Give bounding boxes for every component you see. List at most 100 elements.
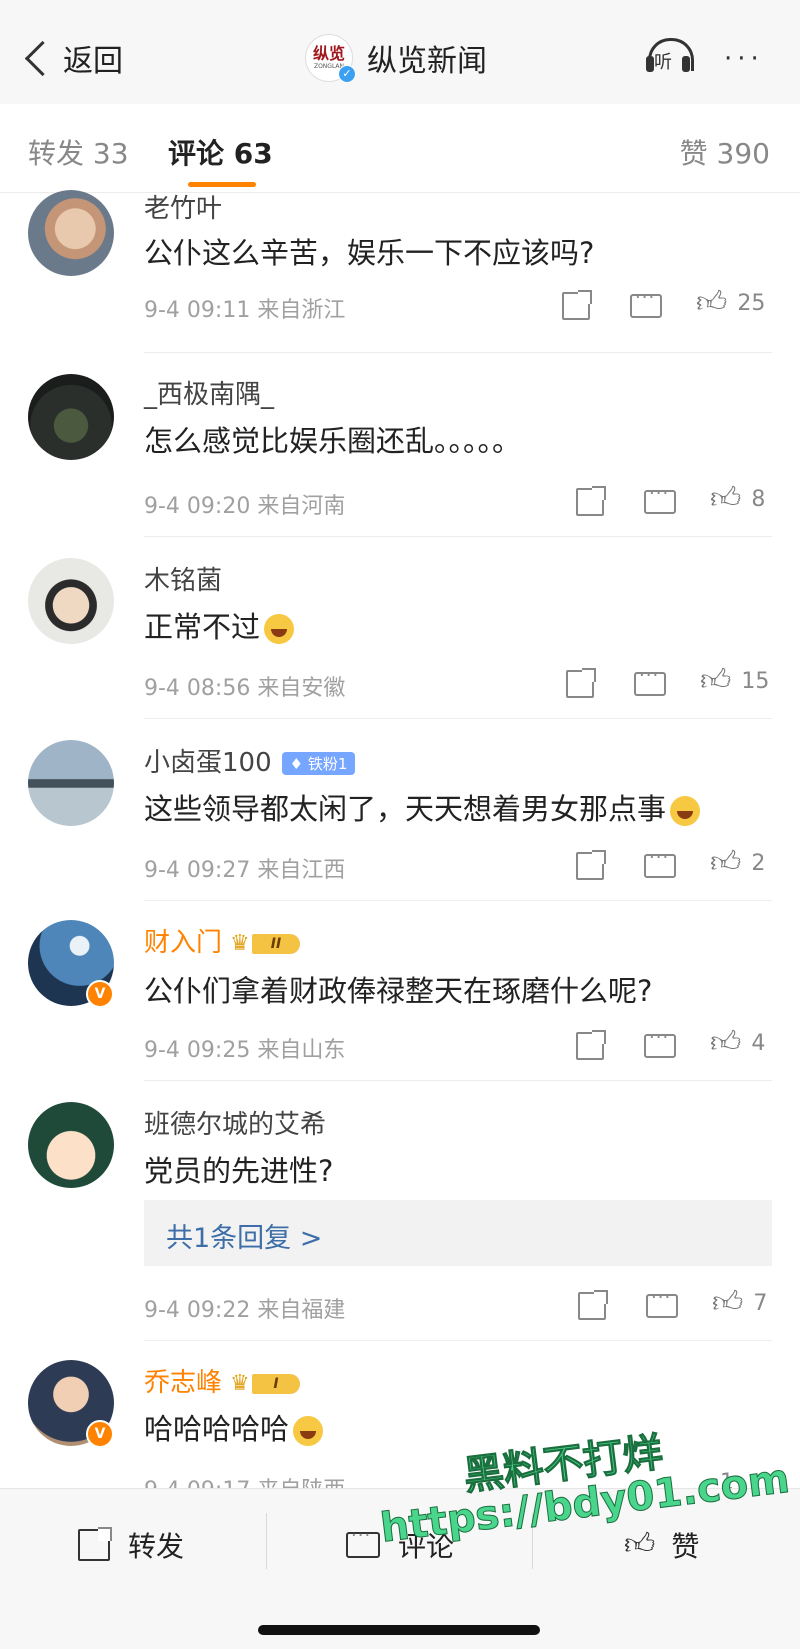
- back-button[interactable]: 返回: [22, 36, 123, 80]
- comment-author[interactable]: 乔志峰 ♛ I: [144, 1362, 306, 1399]
- like-button[interactable]: 👍︎ 8: [710, 484, 765, 514]
- comment-icon: [634, 665, 666, 696]
- avatar[interactable]: [28, 190, 114, 276]
- comment-author[interactable]: 木铭菌: [144, 560, 222, 597]
- like-button[interactable]: 👍︎ 4: [710, 1028, 765, 1058]
- divider: [144, 718, 772, 719]
- divider: [144, 536, 772, 537]
- listen-button[interactable]: 听: [644, 36, 694, 74]
- avatar[interactable]: [28, 740, 114, 826]
- laugh-cry-emoji-icon: [264, 614, 295, 644]
- comment-author-name: 财入门: [144, 928, 223, 958]
- share-icon: [576, 1030, 606, 1060]
- comment-meta: 9-4 09:25 来自山东: [144, 1038, 346, 1063]
- member-level-badge: ♛ II: [230, 931, 306, 956]
- verified-icon: V: [86, 980, 114, 1008]
- share-icon: [576, 486, 606, 516]
- tab-comments[interactable]: 评论 63: [168, 132, 273, 172]
- home-indicator: [258, 1625, 540, 1635]
- thumbs-up-icon: 👍︎: [700, 663, 732, 698]
- share-button[interactable]: [562, 290, 592, 320]
- like-count: 15: [741, 668, 770, 694]
- thumbs-up-icon: 👍︎: [696, 285, 728, 320]
- like-button[interactable]: 👍︎ 赞: [624, 1525, 699, 1565]
- like-label: 赞: [671, 1530, 700, 1563]
- comment-author-name: 小卤蛋100: [144, 748, 272, 778]
- comment-author[interactable]: 老竹叶: [144, 188, 222, 225]
- avatar[interactable]: [28, 374, 114, 460]
- share-button[interactable]: [576, 850, 606, 880]
- divider: [144, 1340, 772, 1341]
- verified-icon: ✓: [338, 65, 356, 83]
- repost-button[interactable]: 转发: [78, 1525, 184, 1565]
- comment-author[interactable]: 财入门 ♛ II: [144, 922, 306, 959]
- thumbs-up-icon: 👍︎: [712, 1285, 744, 1320]
- thumbs-up-icon: 👍︎: [710, 481, 742, 516]
- comment-meta: 9-4 08:56 来自安徽: [144, 676, 346, 701]
- like-button[interactable]: 👍︎ 15: [700, 666, 769, 696]
- share-button[interactable]: [576, 1030, 606, 1060]
- fan-badge: ♦ 铁粉1: [281, 752, 356, 775]
- comment-text: 怎么感觉比娱乐圈还乱。。。。。: [144, 424, 522, 458]
- comment-meta: 9-4 09:20 来自河南: [144, 494, 346, 519]
- like-button[interactable]: 👍︎ 25: [696, 288, 765, 318]
- reply-summary[interactable]: 共1条回复 >: [144, 1200, 772, 1266]
- divider: [144, 1080, 772, 1081]
- page-title: 纵览新闻: [367, 44, 487, 79]
- comment-author[interactable]: 小卤蛋100 ♦ 铁粉1: [144, 742, 356, 779]
- repost-label: 转发: [128, 1530, 185, 1563]
- share-icon: [578, 1290, 608, 1320]
- like-button[interactable]: 👍︎ 7: [712, 1288, 767, 1318]
- verified-icon: V: [86, 1420, 114, 1448]
- listen-label: 听: [654, 52, 672, 73]
- comment-text-content: 哈哈哈哈哈: [144, 1412, 290, 1446]
- share-icon: [576, 850, 606, 880]
- crown-icon: ♛: [230, 1370, 250, 1396]
- reply-button[interactable]: [634, 665, 666, 696]
- thumbs-up-icon: 👍︎: [710, 1025, 742, 1060]
- reply-button[interactable]: [644, 483, 676, 514]
- account-title[interactable]: 纵览 ZONGLAN ✓ 纵览新闻: [305, 34, 487, 83]
- active-tab-indicator: [188, 182, 256, 187]
- like-count: 8: [751, 486, 766, 512]
- reply-button[interactable]: [646, 1287, 678, 1318]
- comment-text: 这些领导都太闲了，天天想着男女那点事: [144, 786, 701, 828]
- tab-repost[interactable]: 转发 33: [28, 132, 129, 172]
- share-button[interactable]: [566, 668, 596, 698]
- tab-bar: 转发 33 评论 63 赞 390: [0, 104, 800, 193]
- share-icon: [78, 1527, 112, 1561]
- reply-summary-label: 共1条回复 >: [166, 1223, 323, 1254]
- share-button[interactable]: [576, 486, 606, 516]
- laugh-cry-emoji-icon: [670, 796, 701, 826]
- logo-text: 纵览: [312, 44, 345, 63]
- divider: [144, 900, 772, 901]
- thumbs-up-icon: 👍︎: [710, 845, 742, 880]
- tab-likes[interactable]: 赞 390: [680, 132, 770, 172]
- comment-icon: [644, 1027, 676, 1058]
- comment-text-content: 正常不过: [144, 610, 261, 644]
- comment-icon: [644, 847, 676, 878]
- comment-icon: [346, 1525, 380, 1558]
- reply-button[interactable]: [644, 1027, 676, 1058]
- more-icon[interactable]: ···: [724, 46, 764, 72]
- comment-icon: [646, 1287, 678, 1318]
- comment-author-name: 乔志峰: [144, 1368, 223, 1398]
- avatar[interactable]: [28, 558, 114, 644]
- top-bar: 返回 纵览 ZONGLAN ✓ 纵览新闻 听 ···: [0, 0, 800, 105]
- comment-author[interactable]: _西极南隅_: [144, 374, 274, 411]
- share-button[interactable]: [578, 1290, 608, 1320]
- comment-text: 公仆们拿着财政俸禄整天在琢磨什么呢?: [144, 974, 653, 1008]
- like-button[interactable]: 👍︎ 2: [710, 848, 765, 878]
- reply-button[interactable]: [630, 287, 662, 318]
- divider: [266, 1513, 267, 1569]
- avatar[interactable]: [28, 1102, 114, 1188]
- reply-button[interactable]: [644, 847, 676, 878]
- comment-text: 正常不过: [144, 604, 295, 646]
- thumbs-up-icon: 👍︎: [624, 1527, 656, 1562]
- like-count: 7: [753, 1290, 768, 1316]
- comment-icon: [644, 483, 676, 514]
- account-logo: 纵览 ZONGLAN ✓: [305, 34, 356, 83]
- comment-author[interactable]: 班德尔城的艾希: [144, 1104, 326, 1141]
- comment-meta: 9-4 09:11 来自浙江: [144, 298, 346, 323]
- divider: [144, 352, 772, 353]
